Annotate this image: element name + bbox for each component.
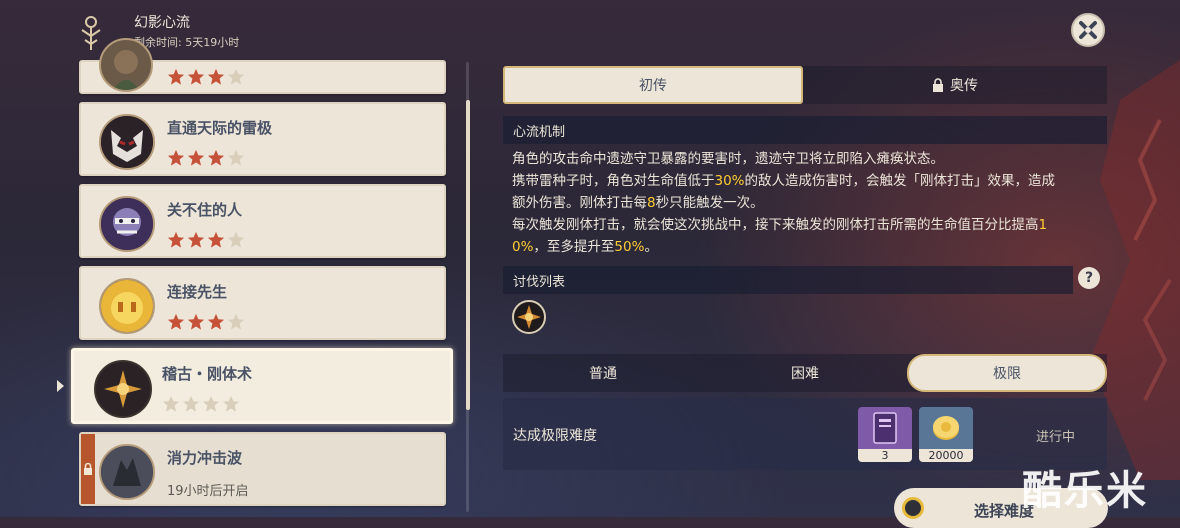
tab-label: 奥传 <box>950 78 978 94</box>
challenge-avatar <box>99 196 155 252</box>
ruin-guard-icon <box>517 305 541 329</box>
difficulty-label: 普通 <box>589 366 617 382</box>
star-empty-icon <box>222 395 240 412</box>
highlight-value: 0% <box>512 239 534 255</box>
list-scrollbar-thumb[interactable] <box>466 100 470 410</box>
challenge-card-5-selected[interactable]: 稽古・刚体术 <box>71 348 453 424</box>
star-filled-icon <box>207 68 225 85</box>
event-emblem-icon <box>81 16 101 50</box>
star-filled-icon <box>167 231 185 248</box>
mechanics-text: 。 <box>644 239 658 255</box>
challenge-name: 稽古・刚体术 <box>162 365 253 383</box>
challenge-stars <box>162 395 240 413</box>
challenge-card-1[interactable] <box>79 38 446 94</box>
reward-status: 进行中 <box>1036 430 1076 445</box>
event-title: 幻影心流 <box>134 15 190 31</box>
difficulty-label: 困难 <box>791 366 819 382</box>
close-button[interactable] <box>1071 13 1105 47</box>
mechanics-text: 额外伤害。刚体打击每 <box>512 195 647 211</box>
enemy-list-heading: 讨伐列表 <box>513 274 566 290</box>
star-filled-icon <box>207 313 225 330</box>
challenge-avatar <box>99 278 155 334</box>
mechanics-heading: 心流机制 <box>513 124 566 140</box>
highlight-value: 30% <box>714 173 745 189</box>
challenge-name: 直通天际的雷极 <box>167 119 273 137</box>
star-filled-icon <box>207 231 225 248</box>
tab-initial[interactable]: 初传 <box>503 66 803 104</box>
lock-icon <box>933 78 943 92</box>
reward-panel: 达成极限难度 3 20000 进行中 <box>503 398 1107 470</box>
mechanics-text: 每次触发刚体打击，就会使这次挑战中，接下来触发的刚体打击所需的生命值百分比提高 <box>512 217 1039 233</box>
reward-count: 20000 <box>919 449 973 462</box>
challenge-stars <box>167 313 245 331</box>
difficulty-tabs: 普通 困难 极限 <box>503 354 1107 392</box>
star-filled-icon <box>207 149 225 166</box>
star-filled-icon <box>167 149 185 166</box>
tier-tabs: 初传 奥传 <box>503 66 1107 104</box>
challenge-stars <box>167 149 245 167</box>
mechanics-heading-bar: 心流机制 <box>503 116 1107 144</box>
highlight-value: 1 <box>1038 217 1048 233</box>
star-filled-icon <box>167 68 185 85</box>
remaining-time: 剩余时间: 5天19小时 <box>134 36 240 49</box>
mechanics-text: ，至多提升至 <box>533 239 615 255</box>
tab-label: 初传 <box>639 78 667 94</box>
challenge-card-4[interactable]: 连接先生 <box>79 266 446 340</box>
challenge-stars <box>167 231 245 249</box>
reward-item-mora[interactable]: 20000 <box>919 407 973 462</box>
star-empty-icon <box>227 149 245 166</box>
mechanics-description: 角色的攻击命中遗迹守卫暴露的要害时，遗迹守卫将立即陷入瘫痪状态。 携带雷种子时，… <box>512 148 1102 258</box>
reward-condition: 达成极限难度 <box>513 428 597 444</box>
book-icon <box>873 412 897 444</box>
challenge-name: 关不住的人 <box>167 201 243 219</box>
lock-icon <box>84 463 92 475</box>
challenge-card-2[interactable]: 直通天际的雷极 <box>79 102 446 176</box>
difficulty-extreme[interactable]: 极限 <box>907 354 1107 392</box>
enemy-list-heading-bar: 讨伐列表 <box>503 266 1073 294</box>
star-empty-icon <box>202 395 220 412</box>
mechanics-text: 携带雷种子时，角色对生命值低于 <box>512 173 715 189</box>
star-empty-icon <box>182 395 200 412</box>
star-empty-icon <box>227 68 245 85</box>
challenge-name: 消力冲击波 <box>167 449 243 467</box>
star-filled-icon <box>187 68 205 85</box>
challenge-stars <box>167 68 245 86</box>
challenge-name: 连接先生 <box>167 283 228 301</box>
enemy-ruin-guard[interactable] <box>512 300 546 334</box>
help-button[interactable]: ? <box>1078 267 1100 289</box>
reward-count: 3 <box>858 449 912 462</box>
challenge-card-3[interactable]: 关不住的人 <box>79 184 446 258</box>
watermark: 酷乐米 <box>1022 468 1148 514</box>
star-empty-icon <box>227 313 245 330</box>
mora-coin-icon <box>933 416 959 440</box>
challenge-avatar <box>99 38 153 92</box>
star-filled-icon <box>187 231 205 248</box>
highlight-value: 8 <box>647 195 656 211</box>
unlock-countdown: 19小时后开启 <box>167 484 249 499</box>
tab-advanced[interactable]: 奥传 <box>803 66 1107 104</box>
star-empty-icon <box>227 231 245 248</box>
challenge-card-6-locked[interactable]: 消力冲击波 19小时后开启 <box>79 432 446 506</box>
star-filled-icon <box>187 149 205 166</box>
mechanics-text: 的敌人造成伤害时，会触发「刚体打击」效果，造成 <box>744 173 1056 189</box>
star-filled-icon <box>187 313 205 330</box>
lock-strip <box>81 434 95 504</box>
selection-arrow-icon <box>57 380 64 392</box>
mechanics-text: 秒只能触发一次。 <box>655 195 764 211</box>
star-filled-icon <box>167 313 185 330</box>
challenge-avatar <box>94 360 152 418</box>
challenge-avatar <box>99 114 155 170</box>
close-icon <box>1079 21 1097 39</box>
mechanics-text: 角色的攻击命中遗迹守卫暴露的要害时，遗迹守卫将立即陷入瘫痪状态。 <box>512 151 944 167</box>
highlight-value: 50% <box>614 239 645 255</box>
difficulty-hard[interactable]: 困难 <box>703 354 907 392</box>
difficulty-normal[interactable]: 普通 <box>503 354 703 392</box>
reward-item-book[interactable]: 3 <box>858 407 912 462</box>
button-ring-icon <box>902 497 924 519</box>
star-empty-icon <box>162 395 180 412</box>
challenge-avatar <box>99 444 155 500</box>
difficulty-label: 极限 <box>993 366 1021 382</box>
